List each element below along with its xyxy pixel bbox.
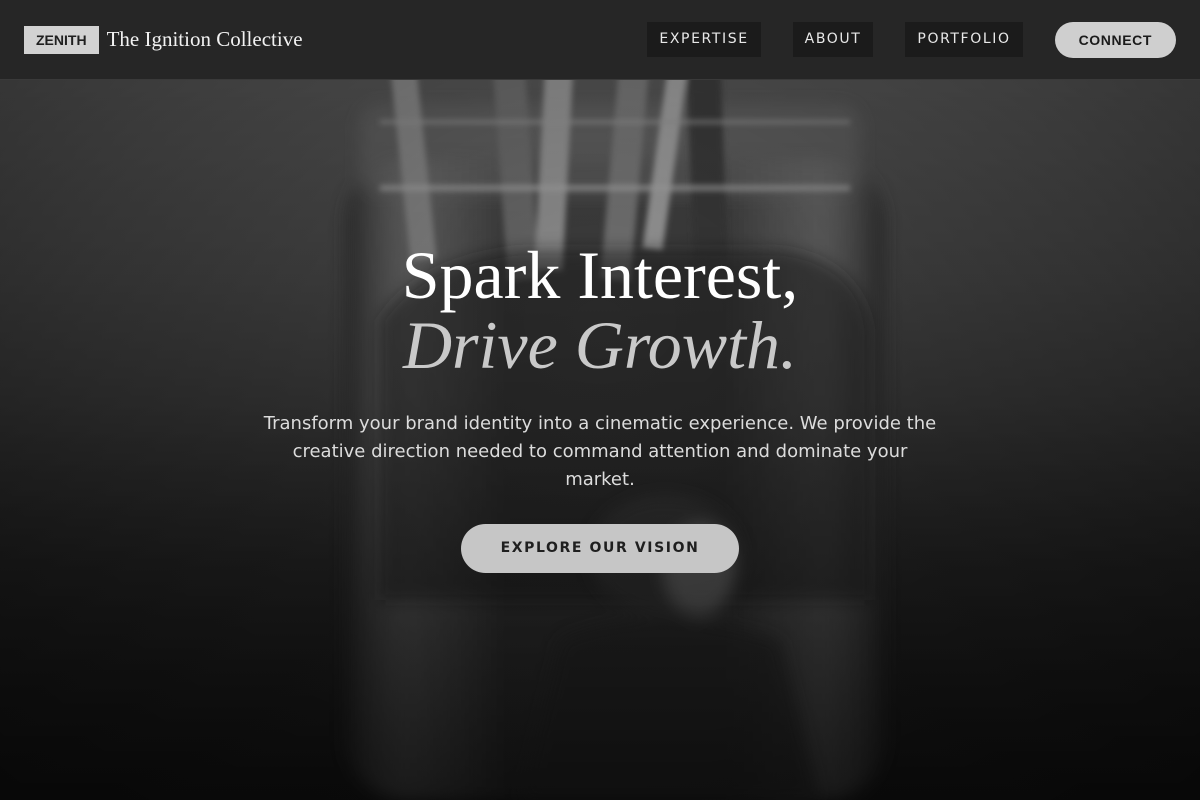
explore-vision-button[interactable]: EXPLORE OUR VISION [460, 524, 740, 573]
nav-item-about[interactable]: ABOUT [792, 22, 874, 57]
connect-button[interactable]: CONNECT [1054, 21, 1176, 58]
nav-item-portfolio[interactable]: PORTFOLIO [905, 22, 1023, 57]
hero-tagline: Transform your brand identity into a cin… [263, 413, 937, 490]
hero-content: Spark Interest, Drive Growth. Transform … [0, 240, 1200, 573]
hero-headline: Spark Interest, Drive Growth. [0, 240, 1200, 380]
brand[interactable]: ZENITH The Ignition Collective [24, 25, 303, 54]
nav-item-expertise[interactable]: EXPERTISE [647, 22, 761, 57]
headline-line-2: Drive Growth. [402, 307, 798, 383]
headline-line-1: Spark Interest, [401, 237, 799, 313]
site-header: ZENITH The Ignition Collective EXPERTISE… [0, 0, 1200, 80]
brand-badge[interactable]: ZENITH [24, 25, 99, 54]
brand-name[interactable]: The Ignition Collective [107, 27, 303, 52]
main-nav: EXPERTISE ABOUT PORTFOLIO [647, 22, 1023, 57]
